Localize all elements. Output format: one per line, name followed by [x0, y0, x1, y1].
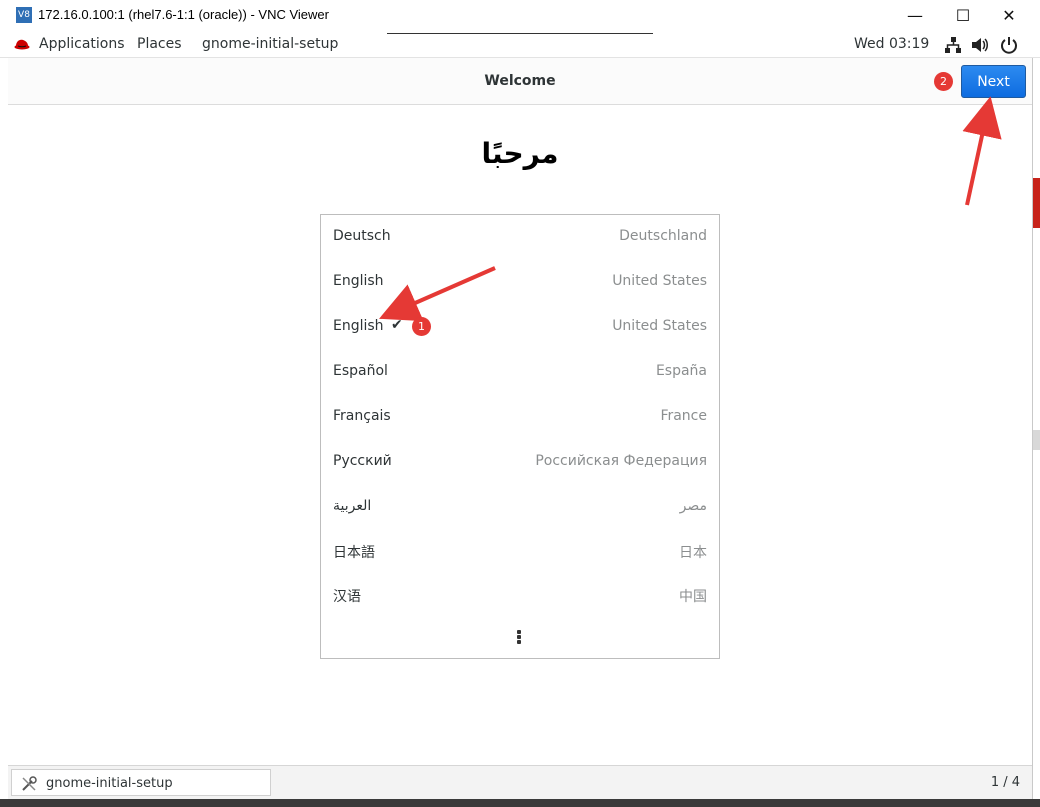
language-row-english-selected[interactable]: English ✔ United States [321, 305, 719, 350]
gnome-top-bar: Applications Places gnome-initial-setup … [0, 31, 1040, 58]
close-button[interactable]: ✕ [986, 0, 1032, 31]
vnc-app-icon: V8 [16, 7, 32, 23]
language-name: 汉语 [333, 589, 361, 605]
page-title: Welcome [484, 73, 556, 89]
language-row-deutsch[interactable]: Deutsch Deutschland [321, 215, 719, 260]
setup-header-bar: Welcome Next [8, 58, 1032, 105]
redhat-icon [14, 39, 30, 50]
language-name: Русский [333, 453, 392, 469]
language-row-english-us[interactable]: English United States [321, 260, 719, 305]
language-name: English [333, 273, 384, 289]
language-region: United States [612, 318, 707, 334]
language-region: 中国 [679, 589, 707, 605]
app-menu[interactable]: gnome-initial-setup [202, 36, 338, 52]
language-region: Deutschland [619, 228, 707, 244]
tools-icon [22, 776, 37, 791]
taskbar-item-label: gnome-initial-setup [46, 776, 173, 791]
language-row-russian[interactable]: Русский Российская Федерация [321, 440, 719, 485]
focus-indicator [387, 31, 653, 34]
language-name: 日本語 [333, 545, 375, 561]
language-name: العربية [333, 498, 372, 514]
language-row-chinese[interactable]: 汉语 中国 [321, 573, 719, 618]
next-button[interactable]: Next [961, 65, 1026, 98]
window-title: 172.16.0.100:1 (rhel7.6-1:1 (oracle)) - … [38, 7, 329, 22]
vertical-ellipsis-icon[interactable] [511, 629, 527, 647]
applications-menu[interactable]: Applications [39, 36, 125, 52]
language-name: Español [333, 363, 388, 379]
annotation-badge-1: 1 [412, 317, 431, 336]
language-region: Российская Федерация [535, 453, 707, 469]
power-icon[interactable] [999, 35, 1019, 55]
welcome-heading: مرحبًا [481, 137, 559, 170]
background-window-edge [1032, 58, 1040, 807]
language-list: Deutsch Deutschland English United State… [320, 214, 720, 659]
places-menu[interactable]: Places [137, 36, 182, 52]
language-name: Deutsch [333, 228, 391, 244]
clock[interactable]: Wed 03:19 [854, 36, 929, 52]
language-row-francais[interactable]: Français France [321, 395, 719, 440]
language-row-espanol[interactable]: Español España [321, 350, 719, 395]
window-list-bar: gnome-initial-setup 1 / 4 [8, 765, 1032, 799]
language-region: مصر [679, 498, 707, 514]
language-page: مرحبًا Deutsch Deutschland English Unite… [8, 105, 1032, 765]
maximize-button[interactable]: ☐ [940, 0, 986, 31]
network-icon[interactable] [943, 35, 963, 55]
language-region: France [660, 408, 707, 424]
language-name: English [333, 318, 384, 334]
taskbar-item[interactable]: gnome-initial-setup [11, 769, 271, 796]
host-taskbar-edge [0, 799, 1040, 807]
language-region: United States [612, 273, 707, 289]
language-row-japanese[interactable]: 日本語 日本 [321, 529, 719, 574]
language-region: 日本 [679, 545, 707, 561]
language-name: Français [333, 408, 391, 424]
annotation-badge-2: 2 [934, 72, 953, 91]
workspace-indicator[interactable]: 1 / 4 [991, 775, 1020, 790]
vnc-window-titlebar: V8 172.16.0.100:1 (rhel7.6-1:1 (oracle))… [0, 0, 1040, 31]
minimize-button[interactable]: — [892, 0, 938, 31]
volume-icon[interactable] [970, 35, 990, 55]
language-region: España [655, 363, 707, 379]
checkmark-icon: ✔ [391, 317, 403, 333]
language-row-arabic[interactable]: العربية مصر [321, 485, 719, 530]
